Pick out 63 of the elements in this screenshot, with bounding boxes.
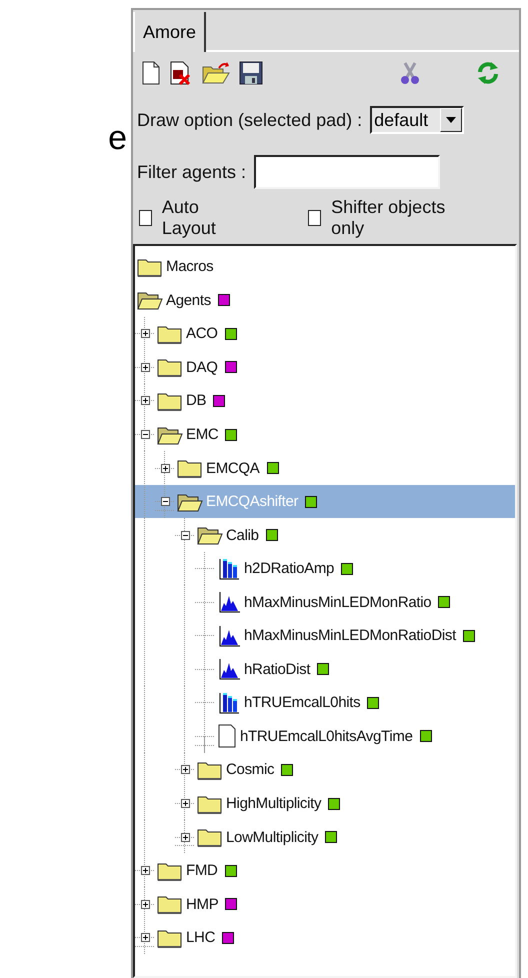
- tree-item[interactable]: EMC: [135, 418, 515, 452]
- expander-toggle[interactable]: [180, 765, 190, 774]
- expander-toggle[interactable]: [140, 430, 150, 439]
- tree-item[interactable]: Agents: [135, 284, 515, 318]
- expander-toggle[interactable]: [160, 464, 170, 473]
- histogram-icon: [217, 591, 241, 614]
- tree-item[interactable]: HighMultiplicity: [135, 786, 515, 820]
- expander-toggle[interactable]: [180, 799, 190, 808]
- histogram-icon: [217, 624, 241, 647]
- open-folder-icon: [177, 492, 203, 512]
- bar-chart-icon: [217, 558, 241, 580]
- folder-icon: [197, 794, 223, 814]
- tree-item[interactable]: hMaxMinusMinLEDMonRatio: [135, 585, 515, 620]
- folder-icon: [157, 324, 183, 344]
- draw-option-dropdown[interactable]: default: [370, 106, 464, 134]
- document-icon: [217, 724, 237, 748]
- folder-icon: [197, 760, 223, 780]
- checkbox[interactable]: [139, 210, 152, 226]
- checkbox-label: Shifter objects only: [331, 197, 446, 239]
- expander-toggle[interactable]: [140, 329, 150, 338]
- histogram-icon: [217, 658, 241, 680]
- tree-item[interactable]: h2DRatioAmp: [135, 552, 515, 586]
- folder-icon: [157, 928, 183, 948]
- tree-item[interactable]: ACO: [135, 317, 515, 351]
- slide-text: e: [108, 118, 128, 158]
- open-folder-icon: [197, 525, 223, 546]
- tree-item[interactable]: hTRUEmcalL0hits: [135, 686, 515, 720]
- expander-toggle[interactable]: [140, 396, 150, 406]
- tree-item[interactable]: Cosmic: [135, 753, 515, 787]
- expander-toggle[interactable]: [140, 900, 150, 909]
- expander-toggle[interactable]: [160, 497, 170, 506]
- tree-item[interactable]: DAQ: [135, 350, 515, 384]
- expander-toggle[interactable]: [140, 362, 150, 372]
- folder-icon: [157, 390, 183, 411]
- expander-toggle[interactable]: [180, 530, 190, 540]
- open-folder-icon: [157, 424, 183, 444]
- checkbox-label: Auto Layout: [162, 197, 217, 239]
- folder-icon: [157, 357, 183, 378]
- folder-icon: [157, 894, 183, 914]
- folder-icon: [197, 827, 223, 848]
- expander-toggle[interactable]: [140, 866, 150, 876]
- tree-item[interactable]: Macros: [135, 250, 515, 284]
- tree-item[interactable]: EMCQA: [135, 451, 515, 485]
- tree-item[interactable]: hTRUEmcalL0hitsAvgTime: [135, 720, 515, 754]
- filter-label: Filter agents :: [137, 162, 246, 182]
- folder-icon: [177, 458, 203, 478]
- expander-toggle[interactable]: [180, 832, 190, 842]
- tree-item[interactable]: hMaxMinusMinLEDMonRatioDist: [135, 619, 515, 653]
- folder-icon: [157, 860, 183, 881]
- checkbox[interactable]: [308, 210, 322, 226]
- tree-item[interactable]: LHC: [135, 920, 515, 954]
- tree-item[interactable]: DB: [135, 384, 515, 418]
- tree-item[interactable]: HMP: [135, 887, 515, 921]
- expander-toggle[interactable]: [140, 933, 150, 942]
- bar-chart-icon: [217, 692, 241, 714]
- draw-option-label: Draw option (selected pad) :: [137, 110, 362, 130]
- tree-item[interactable]: FMD: [135, 854, 515, 888]
- filter-field[interactable]: [254, 155, 440, 189]
- tree-item[interactable]: hRatioDist: [135, 652, 515, 686]
- tree-item[interactable]: LowMultiplicity: [135, 820, 515, 854]
- save-icon[interactable]: [237, 59, 265, 87]
- tab[interactable]: Amore: [133, 12, 206, 52]
- tree-item[interactable]: Calib: [135, 518, 515, 552]
